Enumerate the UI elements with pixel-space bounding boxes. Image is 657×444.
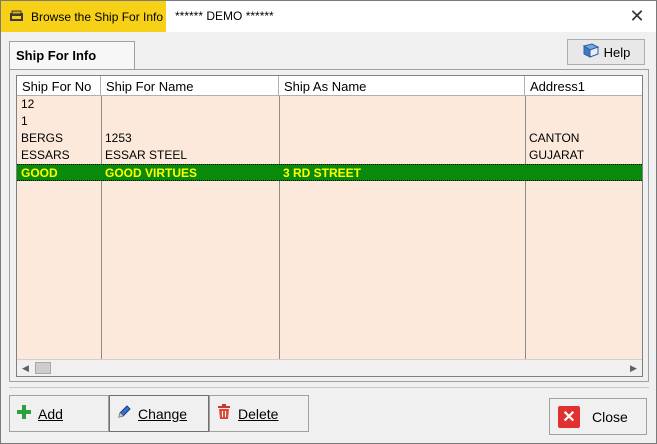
cell-ship-as-name: 3 RD STREET xyxy=(283,166,362,180)
cell-address1: CANTON xyxy=(529,131,580,145)
cell-ship-for-no: ESSARS xyxy=(21,148,70,162)
change-label: Change xyxy=(138,405,188,422)
cell-ship-for-name: 1253 xyxy=(105,131,132,145)
table-row[interactable]: 12 xyxy=(17,96,642,113)
horizontal-scrollbar[interactable]: ◀ ▶ xyxy=(17,359,642,376)
cell-address1: GUJARAT xyxy=(529,148,585,162)
cell-ship-as-name xyxy=(279,130,525,147)
delete-label: Delete xyxy=(238,405,279,422)
close-label: Close xyxy=(592,408,628,425)
cell-ship-for-no: GOOD xyxy=(21,166,58,180)
add-label: Add xyxy=(38,405,63,422)
footer-divider xyxy=(9,387,649,388)
title-tab[interactable]: Browse the Ship For Info xyxy=(1,1,166,32)
ship-for-panel: Ship For No Ship For Name Ship As Name A… xyxy=(9,69,649,382)
close-button[interactable]: ✕ Close xyxy=(549,398,647,435)
table-row[interactable]: 1 xyxy=(17,113,642,130)
title-bar: Browse the Ship For Info ****** DEMO ***… xyxy=(1,1,656,32)
cell-address1 xyxy=(525,96,642,113)
cell-ship-as-name xyxy=(279,147,525,164)
scroll-left-icon[interactable]: ◀ xyxy=(17,360,34,376)
change-button[interactable]: Change xyxy=(109,395,209,432)
cell-ship-for-no: 1 xyxy=(21,114,28,128)
column-header-ship-for-no[interactable]: Ship For No xyxy=(17,76,101,96)
demo-label: ****** DEMO ****** xyxy=(175,9,274,23)
cell-ship-as-name xyxy=(279,113,525,130)
tab-ship-for-info[interactable]: Ship For Info xyxy=(9,41,135,69)
pencil-icon xyxy=(116,404,132,423)
scroll-thumb[interactable] xyxy=(35,362,51,374)
help-label: Help xyxy=(603,44,631,60)
add-button[interactable]: Add xyxy=(9,395,109,432)
ship-for-grid[interactable]: Ship For No Ship For Name Ship As Name A… xyxy=(16,75,643,377)
grid-header: Ship For No Ship For Name Ship As Name A… xyxy=(17,76,642,96)
close-icon: ✕ xyxy=(629,5,645,26)
help-book-icon xyxy=(582,42,600,62)
window-title: Browse the Ship For Info xyxy=(31,9,164,24)
cell-ship-for-name xyxy=(101,113,279,130)
close-x-icon: ✕ xyxy=(558,405,580,428)
plus-icon xyxy=(16,404,32,423)
help-button[interactable]: Help xyxy=(567,39,645,65)
table-row[interactable]: BERGS 1253 CANTON xyxy=(17,130,642,147)
cell-ship-as-name xyxy=(279,96,525,113)
table-row[interactable]: ESSARS ESSAR STEEL GUJARAT xyxy=(17,147,642,164)
cell-ship-for-name xyxy=(101,96,279,113)
window-close-button[interactable]: ✕ xyxy=(624,4,650,28)
delete-button[interactable]: Delete xyxy=(209,395,309,432)
scroll-right-icon[interactable]: ▶ xyxy=(625,360,642,376)
cell-ship-for-name: GOOD VIRTUES xyxy=(105,166,198,180)
browse-window: Browse the Ship For Info ****** DEMO ***… xyxy=(0,0,657,444)
column-header-address1[interactable]: Address1 xyxy=(525,76,642,96)
column-header-ship-for-name[interactable]: Ship For Name xyxy=(101,76,279,96)
column-header-ship-as-name[interactable]: Ship As Name xyxy=(279,76,525,96)
grid-rows: 12 1 BERGS 1253 CANTON ESSARS ESSAR STEE… xyxy=(17,96,642,181)
cell-address1 xyxy=(525,165,642,182)
app-icon xyxy=(9,10,25,24)
table-row-selected[interactable]: GOOD GOOD VIRTUES 3 RD STREET xyxy=(17,164,642,181)
cell-ship-for-no: 12 xyxy=(21,97,35,111)
cell-address1 xyxy=(525,113,642,130)
trash-icon xyxy=(216,404,232,423)
tabstrip: Ship For Info Help xyxy=(9,39,649,69)
cell-ship-for-name: ESSAR STEEL xyxy=(105,148,188,162)
cell-ship-for-no: BERGS xyxy=(21,131,64,145)
